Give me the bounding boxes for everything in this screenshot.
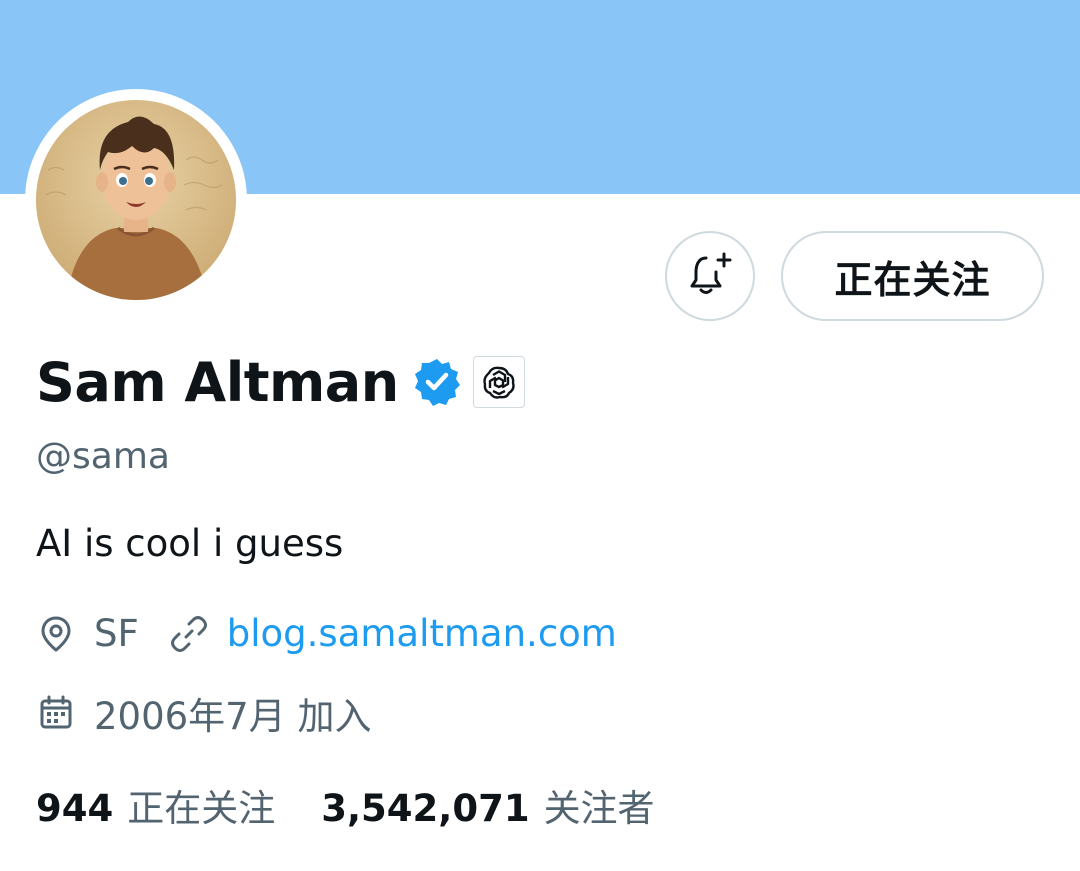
followers-stat-link[interactable]: 3,542,071 关注者 [321, 778, 654, 832]
openai-logo-icon[interactable] [472, 356, 525, 408]
following-button[interactable]: 正在关注 [781, 231, 1044, 321]
profile-bio: AI is cool i guess [36, 522, 344, 565]
location-pin-icon [36, 614, 76, 654]
calendar-icon [36, 693, 76, 733]
display-name: Sam Altman [36, 350, 399, 414]
followers-count: 3,542,071 [321, 787, 530, 830]
profile-joined-row: 2006年7月 加入 [36, 686, 371, 740]
verified-badge-icon[interactable] [411, 356, 463, 408]
link-icon [169, 614, 209, 654]
following-label: 正在关注 [127, 787, 276, 830]
profile-meta-row: SF blog.samaltman.com [36, 612, 617, 655]
profile-handle: @sama [36, 436, 170, 477]
location-text: SF [94, 612, 139, 655]
following-count: 944 [36, 787, 114, 830]
name-row: Sam Altman [36, 346, 525, 418]
profile-page: 正在关注 Sam Altman @sama AI is cool i guess… [0, 0, 1080, 871]
notification-bell-button[interactable] [665, 231, 755, 321]
follow-stats: 944 正在关注 3,542,071 关注者 [36, 778, 655, 832]
avatar[interactable] [36, 100, 236, 300]
avatar-illustration [36, 100, 236, 300]
bell-plus-icon [686, 250, 734, 302]
followers-label: 关注者 [543, 787, 655, 830]
joined-date-text: 2006年7月 加入 [94, 695, 372, 738]
following-stat-link[interactable]: 944 正在关注 [36, 778, 275, 832]
website-link[interactable]: blog.samaltman.com [227, 612, 617, 655]
